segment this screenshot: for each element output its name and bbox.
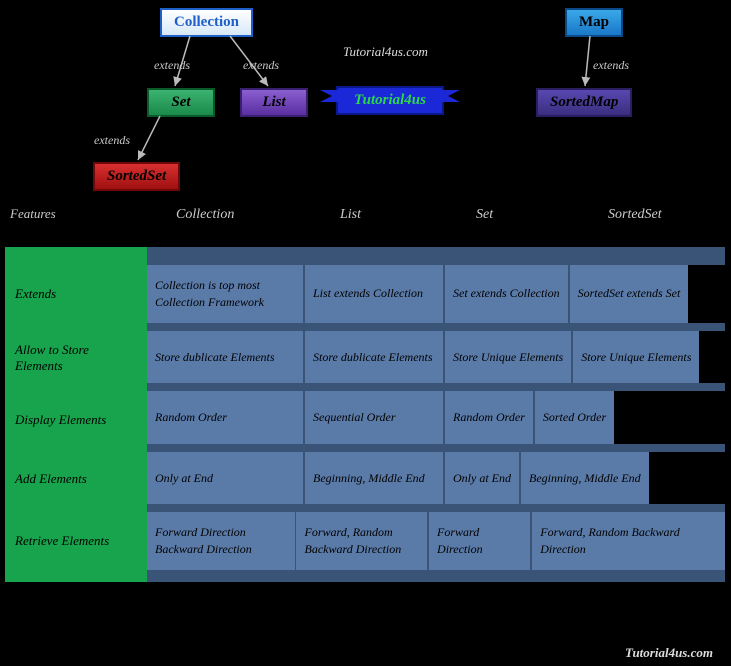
col-header-list: List (340, 207, 361, 223)
comparison-table: Extends Allow to Store Elements Display El… (5, 247, 725, 582)
table-row: Only at EndBeginning, Middle EndOnly at … (147, 452, 725, 505)
table-cell: Random Order (147, 391, 303, 444)
feature-label: Retrieve Elements (5, 512, 147, 570)
table-cell: Forward, Random Backward Direction (532, 512, 725, 570)
feature-label: Add Elements (5, 453, 147, 504)
table-row: Forward Direction Backward DirectionForw… (147, 512, 725, 570)
table-cell: Set extends Collection (445, 265, 568, 323)
brand-ribbon: Tutorial4us (336, 86, 444, 115)
col-header-set: Set (476, 207, 493, 223)
feature-label: Allow to Store Elements (5, 331, 147, 386)
edge-label-extends-4: extends (593, 58, 629, 73)
node-collection: Collection (160, 8, 253, 37)
table-cell: Store Unique Elements (445, 331, 571, 384)
edge-label-extends-2: extends (243, 58, 279, 73)
feature-label: Extends (5, 265, 147, 323)
table-cell: Store Unique Elements (573, 331, 699, 384)
col-header-collection: Collection (176, 207, 234, 223)
footer-text: Tutorial4us.com (625, 645, 713, 661)
table-row: Store dublicate ElementsStore dublicate … (147, 331, 725, 384)
table-cell: Sorted Order (535, 391, 614, 444)
node-sortedmap: SortedMap (536, 88, 632, 117)
table-cell: Forward Direction Backward Direction (147, 512, 295, 570)
table-cell: Store dublicate Elements (305, 331, 443, 384)
table-cell: Only at End (147, 452, 303, 505)
features-heading: Features (10, 206, 56, 222)
table-cell: Forward Direction (429, 512, 530, 570)
table-cell: Only at End (445, 452, 519, 505)
node-map: Map (565, 8, 623, 37)
table-cell: Sequential Order (305, 391, 443, 444)
table-row: Collection is top most Collection Framew… (147, 265, 725, 323)
node-set: Set (147, 88, 215, 117)
edge-label-extends-3: extends (94, 133, 130, 148)
table-cell: Collection is top most Collection Framew… (147, 265, 303, 323)
tagline-text: Tutorial4us.com (343, 44, 428, 60)
table-cell: Beginning, Middle End (521, 452, 649, 505)
table-cell: SortedSet extends Set (570, 265, 689, 323)
node-sortedset: SortedSet (93, 162, 180, 191)
table-cell: List extends Collection (305, 265, 443, 323)
table-cell: Store dublicate Elements (147, 331, 303, 384)
node-list: List (240, 88, 308, 117)
edge-label-extends-1: extends (154, 58, 190, 73)
table-row: Random OrderSequential OrderRandom Order… (147, 391, 725, 444)
table-cell: Beginning, Middle End (305, 452, 443, 505)
table-cell: Random Order (445, 391, 533, 444)
col-header-sortedset: SortedSet (608, 207, 662, 223)
table-cell: Forward, Random Backward Direction (296, 512, 427, 570)
feature-label: Display Elements (5, 394, 147, 445)
